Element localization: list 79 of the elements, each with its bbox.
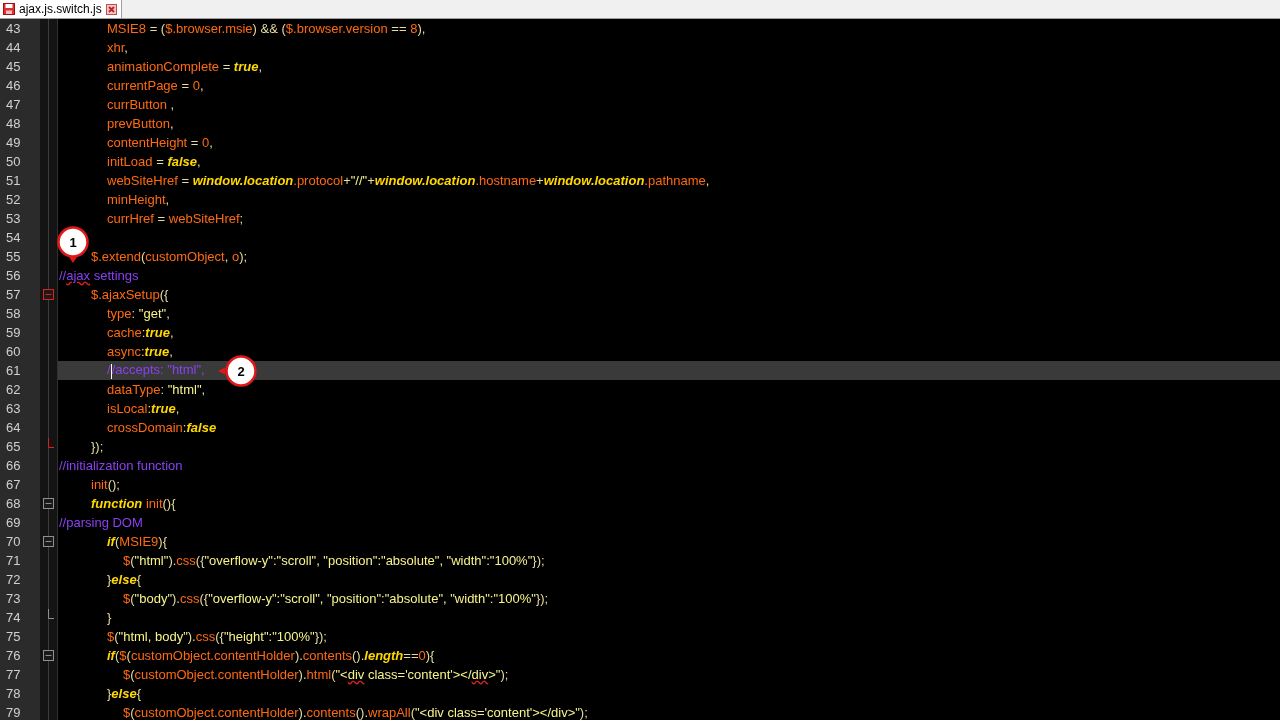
line-number: 48 [6, 116, 21, 131]
line-number: 71 [6, 553, 21, 568]
code-line: $("html").css({"overflow-y":"scroll", "position":"absolute", "width":"100%"}); [123, 553, 545, 568]
line-number: 43 [6, 21, 21, 36]
code-line: $.extend(customObject, o); [91, 249, 248, 264]
line-number: 56 [6, 268, 21, 283]
line-number: 55 [6, 249, 21, 264]
line-number: 53 [6, 211, 21, 226]
file-tab[interactable]: ajax.js.switch.js [0, 0, 122, 18]
code-line: init(); [91, 477, 120, 492]
line-number: 70 [6, 534, 21, 549]
line-number: 75 [6, 629, 21, 644]
code-line: if($(customObject.contentHolder).contents().length==0){ [107, 648, 435, 663]
line-number: 61 [6, 363, 21, 378]
code-line: currHref = webSiteHref; [107, 211, 244, 226]
line-number: 47 [6, 97, 21, 112]
line-number: 54 [6, 230, 21, 245]
code-line: if(MSIE9){ [107, 534, 167, 549]
code-line: $("html, body").css({"height":"100%"}); [107, 629, 327, 644]
line-number: 78 [6, 686, 21, 701]
code-line: initLoad = false, [107, 154, 201, 169]
code-line: }else{ [107, 686, 141, 701]
code-line: animationComplete = true, [107, 59, 263, 74]
code-line: //parsing DOM [59, 515, 143, 530]
code-line: minHeight, [107, 192, 170, 207]
fold-collapse-icon[interactable] [43, 650, 54, 661]
line-number: 60 [6, 344, 21, 359]
close-icon[interactable] [105, 3, 117, 15]
line-number: 72 [6, 572, 21, 587]
line-number: 67 [6, 477, 21, 492]
line-number: 73 [6, 591, 21, 606]
fold-collapse-icon[interactable] [43, 536, 54, 547]
code-line: currentPage = 0, [107, 78, 204, 93]
line-number: 46 [6, 78, 21, 93]
code-line: }else{ [107, 572, 141, 587]
line-number: 66 [6, 458, 21, 473]
line-number: 45 [6, 59, 21, 74]
code-line: $.ajaxSetup({ [91, 287, 169, 302]
line-number: 77 [6, 667, 21, 682]
line-number: 69 [6, 515, 21, 530]
fold-collapse-icon[interactable] [43, 289, 54, 300]
code-line: prevButton, [107, 116, 174, 131]
line-number: 64 [6, 420, 21, 435]
line-number: 79 [6, 705, 21, 720]
code-line: }); [91, 439, 104, 454]
code-line: async:true, [107, 344, 173, 359]
code-line: //ajax settings [59, 268, 139, 283]
code-line: //initialization function [59, 458, 183, 473]
code-line: } [107, 610, 112, 625]
line-number: 49 [6, 135, 21, 150]
line-number: 65 [6, 439, 21, 454]
line-number: 51 [6, 173, 21, 188]
code-line: crossDomain:false [107, 420, 217, 435]
line-number: 44 [6, 40, 21, 55]
code-line: webSiteHref = window.location.protocol+"//"+window.location.hostname+window.location.pathname, [107, 173, 710, 188]
line-number: 68 [6, 496, 21, 511]
line-number: 63 [6, 401, 21, 416]
code-line: xhr, [107, 40, 128, 55]
code-line: //accepts: "html", [107, 362, 205, 379]
code-line: isLocal:true, [107, 401, 180, 416]
code-line: $(customObject.contentHolder).contents().wrapAll("<div class='content'></div>"); [123, 705, 588, 720]
line-number: 76 [6, 648, 21, 663]
line-number: 50 [6, 154, 21, 169]
code-line: $(customObject.contentHolder).html("<div class='content'></div>"); [123, 667, 509, 682]
line-number: 58 [6, 306, 21, 321]
line-number: 59 [6, 325, 21, 340]
code-line: currButton , [107, 97, 175, 112]
code-line: type: "get", [107, 306, 170, 321]
line-number: 74 [6, 610, 21, 625]
line-number: 57 [6, 287, 21, 302]
code-line: dataType: "html", [107, 382, 206, 397]
line-number: 52 [6, 192, 21, 207]
code-line: function init(){ [91, 496, 176, 511]
code-line: MSIE8 = ($.browser.msie) && ($.browser.version == 8), [107, 21, 426, 36]
code-line: cache:true, [107, 325, 174, 340]
code-line: contentHeight = 0, [107, 135, 213, 150]
line-number: 62 [6, 382, 21, 397]
code-line: $("body").css({"overflow-y":"scroll", "position":"absolute", "width":"100%"}); [123, 591, 549, 606]
fold-collapse-icon[interactable] [43, 498, 54, 509]
